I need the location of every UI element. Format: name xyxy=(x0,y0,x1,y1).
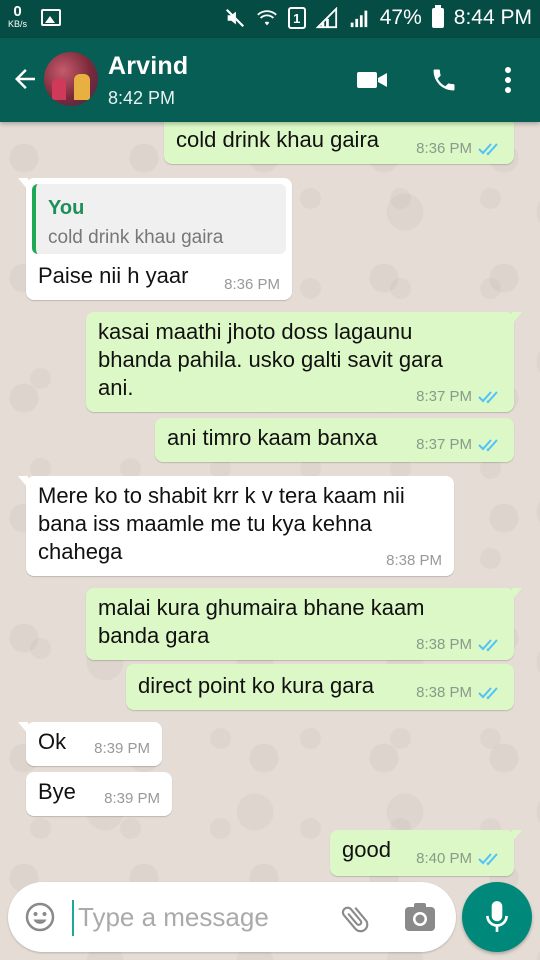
message-time: 8:38 PM xyxy=(416,684,472,701)
message-text: Bye xyxy=(38,779,76,804)
message-time: 8:38 PM xyxy=(386,552,442,569)
message-outgoing[interactable]: good 8:40 PM xyxy=(330,830,522,876)
message-time: 8:40 PM xyxy=(416,850,472,867)
signal-2-icon xyxy=(350,10,367,28)
smiley-icon[interactable] xyxy=(24,901,56,933)
phone-icon xyxy=(433,69,455,91)
more-vert-icon xyxy=(505,67,511,93)
video-camera-icon xyxy=(357,72,387,88)
message-meta: 8:36 PM xyxy=(416,140,502,158)
message-composer: Type a message xyxy=(8,882,456,952)
message-time: 8:36 PM xyxy=(224,276,280,293)
message-text: direct point ko kura gara xyxy=(138,673,375,698)
gallery-notification-icon xyxy=(41,9,62,26)
message-time: 8:36 PM xyxy=(416,140,472,157)
message-text: Paise nii h yaar xyxy=(38,263,189,288)
message-outgoing[interactable]: cold drink khau gaira 8:36 PM xyxy=(164,122,514,164)
mute-icon xyxy=(225,8,244,28)
message-list[interactable]: cold drink khau gaira 8:36 PM You cold d… xyxy=(0,122,540,960)
message-line: ani. xyxy=(98,375,134,400)
message-time: 8:37 PM xyxy=(416,388,472,405)
microphone-icon xyxy=(486,901,508,932)
message-text: good xyxy=(342,837,391,862)
message-time: 8:39 PM xyxy=(104,790,160,807)
message-line: bana iss maamle me tu kya kehna xyxy=(38,511,372,536)
message-meta: 8:38 PM xyxy=(416,636,502,654)
message-line: chahega xyxy=(38,539,123,564)
status-bar: 0 KB/s 1 47% 8:44 PM xyxy=(0,0,540,38)
message-time: 8:39 PM xyxy=(94,740,150,757)
message-line: malai kura ghumaira bhane kaam xyxy=(98,595,425,620)
arrow-left-icon[interactable] xyxy=(10,64,40,94)
message-outgoing[interactable]: malai kura ghumaira bhane kaam banda gar… xyxy=(86,588,522,660)
last-seen: 8:42 PM xyxy=(108,88,176,108)
message-incoming[interactable]: Mere ko to shabit krr k v tera kaam nii … xyxy=(18,476,454,576)
message-outgoing[interactable]: kasai maathi jhoto doss lagaunu bhanda p… xyxy=(86,312,522,412)
text-cursor xyxy=(72,900,74,936)
avatar[interactable] xyxy=(44,52,98,106)
double-check-icon xyxy=(478,439,498,452)
mic-button[interactable] xyxy=(462,882,532,952)
network-speed-value: 0 xyxy=(13,3,22,20)
message-outgoing[interactable]: ani timro kaam banxa 8:37 PM xyxy=(155,418,514,462)
double-check-icon xyxy=(478,143,498,156)
paperclip-icon[interactable] xyxy=(338,902,372,936)
message-line: banda gara xyxy=(98,623,210,648)
double-check-icon xyxy=(478,639,498,652)
message-time: 8:37 PM xyxy=(416,436,472,453)
voice-call-button[interactable] xyxy=(426,62,462,98)
quoted-message[interactable]: You cold drink khau gaira xyxy=(32,184,286,254)
quote-author: You xyxy=(48,197,85,219)
message-meta: 8:37 PM xyxy=(416,436,502,454)
message-text: Ok xyxy=(38,729,67,754)
message-line: bhanda pahila. usko galti savit gara xyxy=(98,347,443,372)
video-call-button[interactable] xyxy=(354,62,390,98)
message-meta: 8:40 PM xyxy=(416,850,502,868)
message-time: 8:38 PM xyxy=(416,636,472,653)
message-line: kasai maathi jhoto doss lagaunu xyxy=(98,319,413,344)
message-outgoing[interactable]: direct point ko kura gara 8:38 PM xyxy=(126,664,514,710)
message-text: ani timro kaam banxa xyxy=(167,425,378,450)
double-check-icon xyxy=(478,391,498,404)
menu-button[interactable] xyxy=(490,62,526,98)
network-speed: 0 KB/s xyxy=(8,4,27,29)
signal-icon xyxy=(315,7,337,29)
network-speed-unit: KB/s xyxy=(8,19,28,29)
message-line: Mere ko to shabit krr k v tera kaam nii xyxy=(38,483,405,508)
message-meta: 8:36 PM xyxy=(224,276,280,294)
message-incoming[interactable]: You cold drink khau gaira Paise nii h ya… xyxy=(18,178,292,300)
message-incoming[interactable]: Ok 8:39 PM xyxy=(18,722,162,766)
camera-icon[interactable] xyxy=(404,902,436,932)
wifi-icon xyxy=(256,10,277,26)
message-text: cold drink khau gaira xyxy=(176,127,380,152)
message-meta: 8:38 PM xyxy=(386,552,442,570)
message-meta: 8:39 PM xyxy=(104,790,160,808)
contact-name[interactable]: Arvind xyxy=(108,52,188,81)
message-incoming[interactable]: Bye 8:39 PM xyxy=(26,772,172,816)
message-input[interactable]: Type a message xyxy=(78,902,269,933)
battery-icon xyxy=(431,5,444,28)
battery-percent: 47% xyxy=(379,6,422,29)
sim-number: 1 xyxy=(293,10,301,26)
sim-indicator: 1 xyxy=(287,7,306,29)
message-meta: 8:37 PM xyxy=(416,388,502,406)
double-check-icon xyxy=(478,687,498,700)
chat-header: Arvind 8:42 PM xyxy=(0,38,540,122)
quote-text: cold drink khau gaira xyxy=(48,227,224,248)
clock: 8:44 PM xyxy=(453,6,532,29)
double-check-icon xyxy=(478,853,498,866)
message-meta: 8:39 PM xyxy=(94,740,150,758)
message-meta: 8:38 PM xyxy=(416,684,502,702)
